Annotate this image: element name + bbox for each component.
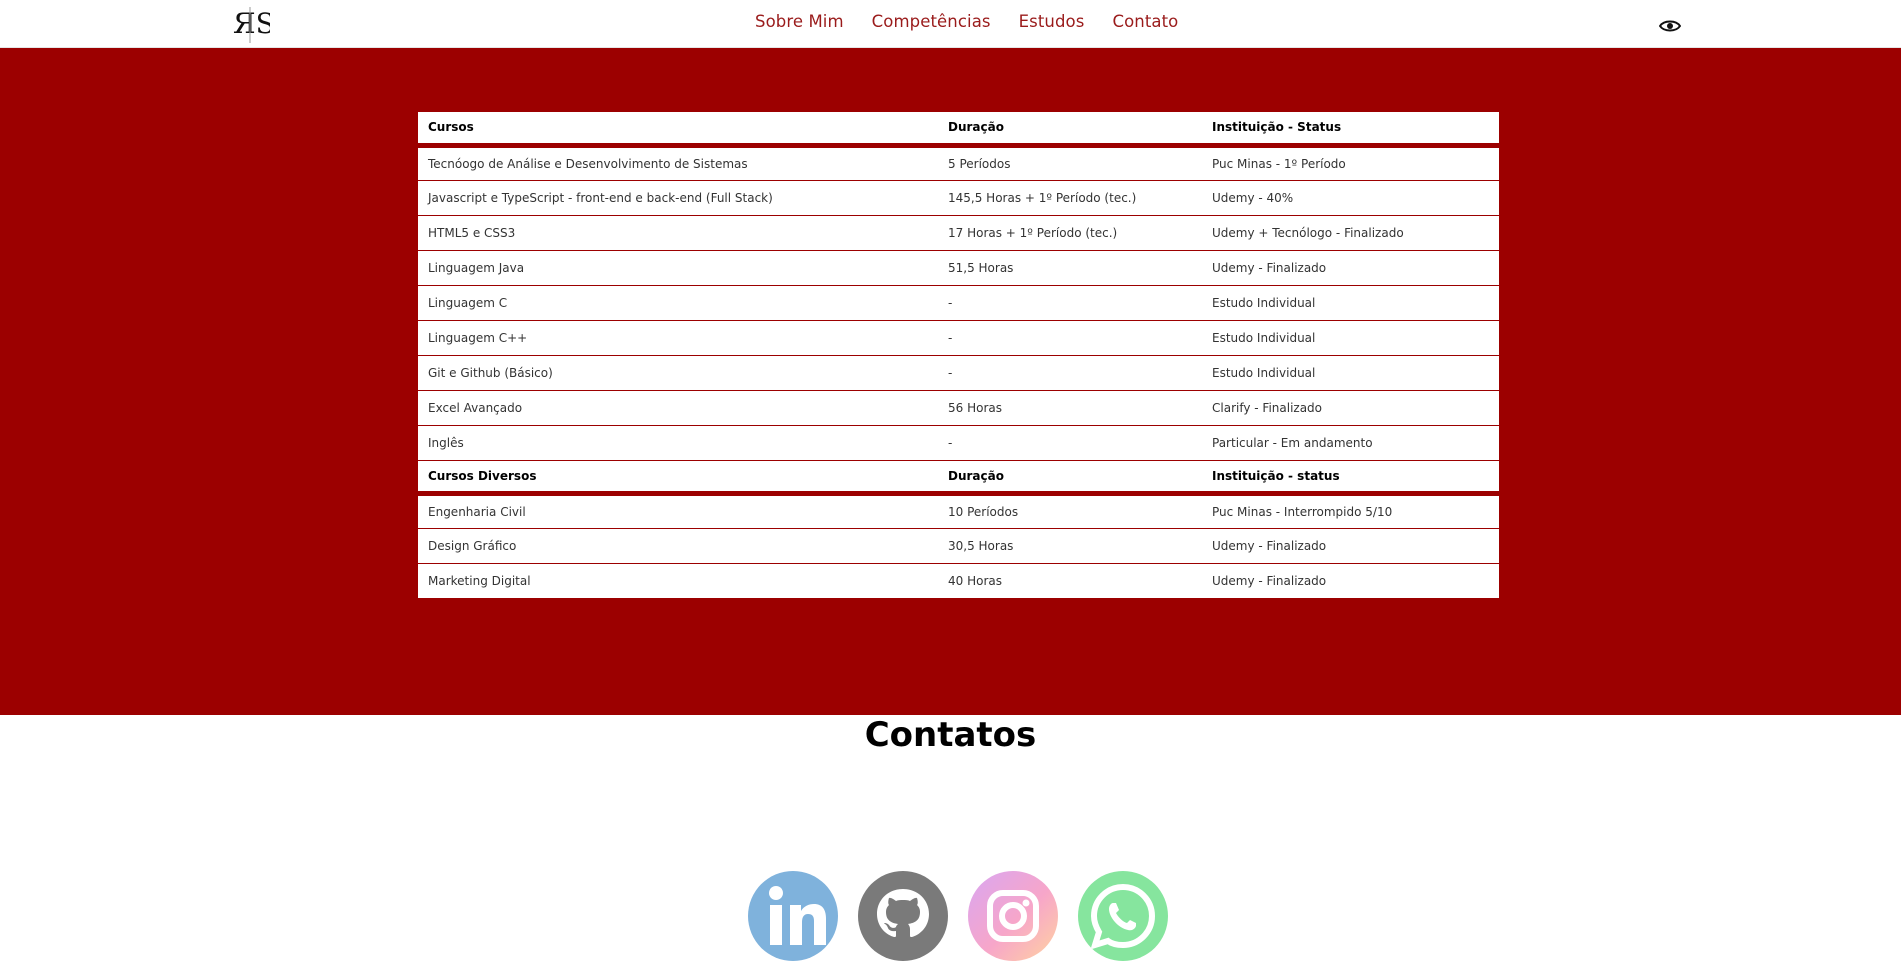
header-instituicao: Instituição - Status [1202, 112, 1499, 148]
contacts-section: Contatos [0, 715, 1901, 961]
course-status: Puc Minas - 1º Período [1202, 145, 1499, 181]
github-icon [877, 889, 929, 937]
table-subheader-row: Cursos Diversos Duração Instituição - st… [418, 460, 1499, 496]
table-row: Linguagem Java 51,5 Horas Udemy - Finaliza… [418, 250, 1499, 286]
table-row: HTML5 e CSS3 17 Horas + 1º Período (tec.)… [418, 215, 1499, 251]
whatsapp-link[interactable] [1078, 871, 1168, 961]
course-status: Clarify - Finalizado [1202, 390, 1499, 426]
course-duration: 17 Horas + 1º Período (tec.) [938, 215, 1202, 251]
table-header-row: Cursos Duração Instituição - Status [418, 112, 1499, 148]
table-row: Inglês - Particular - Em andamento [418, 425, 1499, 461]
course-duration: - [938, 285, 1202, 321]
instagram-icon [987, 890, 1039, 942]
instagram-link[interactable] [968, 871, 1058, 961]
course-duration: 40 Horas [948, 573, 1002, 588]
course-duration: - [938, 425, 1202, 461]
header-instituicao-diversos: Instituição - status [1202, 460, 1499, 496]
course-status: Puc Minas - Interrompido 5/10 [1202, 493, 1499, 529]
table-row: Linguagem C++ - Estudo Individual [418, 320, 1499, 356]
table-row: Excel Avançado 56 Horas Clarify - Finaliza… [418, 390, 1499, 426]
contacts-title: Contatos [864, 715, 1037, 755]
table-row: Javascript e TypeScript - front-end e ba… [418, 180, 1499, 216]
course-duration: - [938, 355, 1202, 391]
course-status: Udemy - 40% [1202, 180, 1499, 216]
courses-table: Cursos Duração Instituição - Status Tecn… [418, 112, 1499, 598]
table-row: Linguagem C - Estudo Individual [418, 285, 1499, 321]
table-row: Git e Github (Básico) - Estudo Individual [418, 355, 1499, 391]
course-status: Udemy + Tecnólogo - Finalizado [1202, 215, 1499, 251]
github-link[interactable] [858, 871, 948, 961]
nav-estudos[interactable]: Estudos [1019, 12, 1085, 31]
nav-contato[interactable]: Contato [1112, 12, 1178, 31]
main-nav: Sobre Mim Competências Estudos Contato [755, 12, 1178, 31]
accessibility-toggle-button[interactable] [1658, 16, 1682, 36]
nav-competencias[interactable]: Competências [872, 12, 991, 31]
course-status: Particular - Em andamento [1202, 425, 1499, 461]
header-duracao: Duração [938, 112, 1202, 148]
eye-icon [1659, 20, 1681, 32]
course-duration: 51,5 Horas [938, 250, 1202, 286]
logo-text: ЯS [233, 7, 270, 40]
course-status: Estudo Individual [1202, 320, 1499, 356]
header-cursos: Cursos [418, 112, 938, 148]
course-duration: 30,5 Horas [938, 528, 1202, 564]
course-status: Udemy - Finalizado [1202, 528, 1499, 564]
header-cursos-diversos: Cursos Diversos [418, 460, 938, 496]
course-duration: 145,5 Horas + 1º Período (tec.) [938, 180, 1202, 216]
course-name: Javascript e TypeScript - front-end e ba… [418, 180, 938, 216]
course-name: Excel Avançado [418, 390, 938, 426]
course-status: Udemy - Finalizado [1202, 250, 1499, 286]
course-status: Udemy - Finalizado [1212, 573, 1327, 588]
course-duration: 5 Períodos [938, 145, 1202, 181]
table-row: Design Gráfico 30,5 Horas Udemy - Finaliza… [418, 528, 1499, 564]
course-status: Estudo Individual [1202, 355, 1499, 391]
studies-section: Cursos Duração Instituição - Status Tecn… [0, 48, 1901, 715]
course-duration: 10 Períodos [938, 493, 1202, 529]
course-status: Estudo Individual [1202, 285, 1499, 321]
nav-sobre-mim[interactable]: Sobre Mim [755, 12, 844, 31]
course-name: Linguagem Java [418, 250, 938, 286]
course-name: Design Gráfico [418, 528, 938, 564]
course-name: HTML5 e CSS3 [418, 215, 938, 251]
header-duracao-diversos: Duração [938, 460, 1202, 496]
course-duration: - [938, 320, 1202, 356]
course-name: Linguagem C++ [418, 320, 938, 356]
table-row: Tecnóogo de Análise e Desenvolvimento de… [418, 145, 1499, 181]
logo[interactable]: ЯS [230, 3, 275, 45]
course-name: Engenharia Civil [418, 493, 938, 529]
whatsapp-icon [1090, 883, 1156, 950]
table-row: Marketing Digital 40 Horas Udemy - Finaliz… [418, 563, 1499, 598]
top-navigation-bar: ЯS Sobre Mim Competências Estudos Contat… [0, 0, 1901, 48]
course-duration: 56 Horas [938, 390, 1202, 426]
course-name: Linguagem C [418, 285, 938, 321]
course-name: Git e Github (Básico) [418, 355, 938, 391]
course-name: Inglês [418, 425, 938, 461]
table-row: Engenharia Civil 10 Períodos Puc Minas - I… [418, 493, 1499, 529]
course-name: Marketing Digital [428, 573, 531, 588]
linkedin-icon [769, 886, 826, 945]
course-name: Tecnóogo de Análise e Desenvolvimento de… [418, 145, 938, 181]
linkedin-link[interactable] [748, 871, 838, 961]
